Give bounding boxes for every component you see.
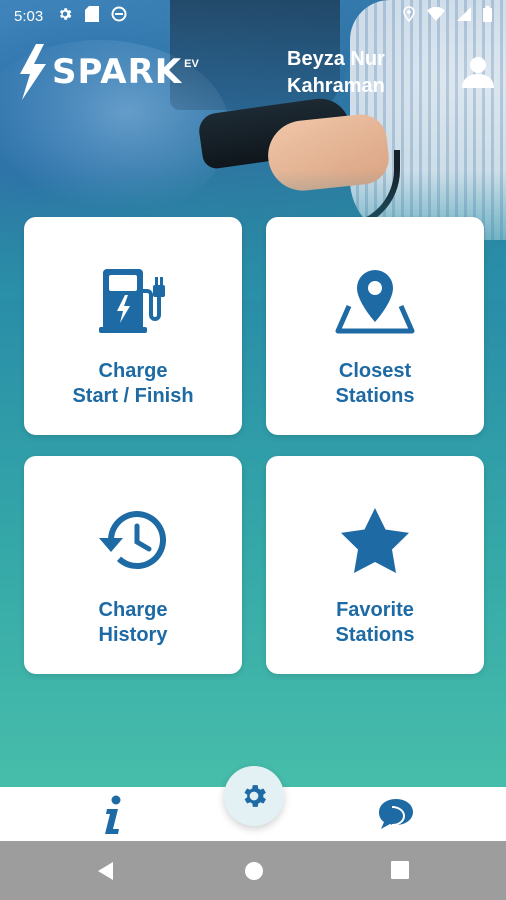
main-menu-grid: Charge Start / Finish Closest Stations C…	[24, 217, 484, 674]
user-icon	[462, 57, 494, 88]
user-profile-button[interactable]	[460, 54, 496, 90]
settings-button[interactable]	[224, 766, 284, 826]
tile-label: Closest Stations	[335, 360, 415, 407]
status-time: 5:03	[14, 7, 44, 25]
closest-stations-tile[interactable]: Closest Stations	[266, 217, 484, 435]
info-button[interactable]	[96, 795, 130, 835]
charging-station-icon	[97, 265, 169, 337]
user-name: Beyza Nur Kahraman	[287, 48, 385, 97]
system-navigation-bar	[0, 841, 506, 900]
back-button[interactable]	[95, 860, 117, 882]
location-icon	[403, 6, 415, 26]
charge-start-finish-tile[interactable]: Charge Start / Finish	[24, 217, 242, 435]
chat-icon	[379, 799, 413, 829]
charge-history-tile[interactable]: Charge History	[24, 456, 242, 674]
history-icon	[97, 504, 169, 576]
no-disturb-icon	[111, 6, 127, 26]
status-bar: 5:03	[0, 0, 506, 32]
map-pin-icon	[335, 265, 415, 337]
chat-button[interactable]	[376, 797, 416, 833]
logo-superscript: EV	[184, 58, 199, 70]
lightning-logo-icon	[20, 44, 46, 100]
tile-label: Favorite Stations	[335, 599, 415, 646]
home-icon	[245, 862, 263, 880]
wifi-icon	[427, 6, 445, 25]
sd-card-icon	[85, 6, 100, 26]
star-icon	[340, 504, 410, 576]
signal-icon	[457, 7, 471, 25]
settings-icon	[57, 6, 73, 26]
recents-button[interactable]	[390, 860, 412, 882]
tile-label: Charge Start / Finish	[72, 360, 194, 407]
tile-label: Charge History	[98, 599, 168, 646]
back-icon	[98, 862, 113, 880]
spark-ev-logo: SPARK EV	[14, 44, 199, 100]
battery-icon	[483, 6, 492, 26]
gear-icon	[244, 785, 266, 807]
info-icon	[105, 795, 121, 834]
favorite-stations-tile[interactable]: Favorite Stations	[266, 456, 484, 674]
app-header: SPARK EV Beyza Nur Kahraman	[0, 40, 506, 110]
recents-icon	[391, 861, 409, 879]
logo-text: SPARK	[52, 52, 183, 92]
home-button[interactable]	[243, 860, 265, 882]
